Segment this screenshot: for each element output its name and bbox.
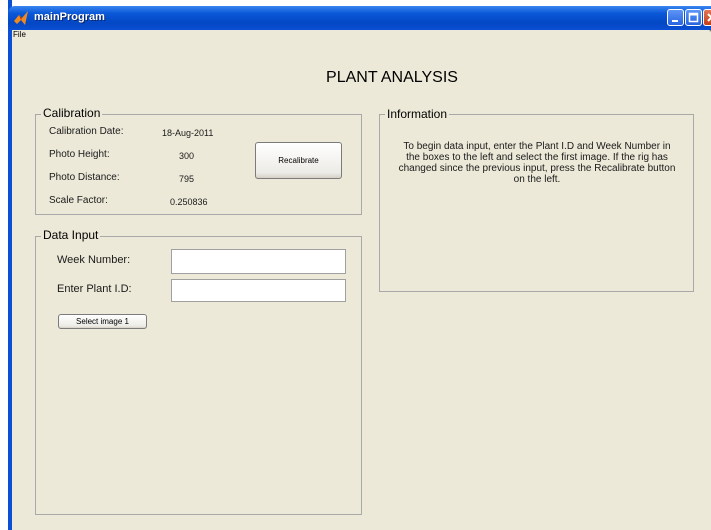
select-image-button[interactable]: Select image 1 <box>58 314 147 329</box>
week-number-field[interactable] <box>171 249 346 274</box>
photo-height-value: 300 <box>179 151 195 161</box>
photo-height-label: Photo Height: <box>49 149 110 160</box>
information-panel: Information To begin data input, enter t… <box>379 107 694 292</box>
scale-factor-value: 0.250836 <box>170 197 208 207</box>
calibration-date-label: Calibration Date: <box>49 126 124 137</box>
menu-bar: File ʼ <box>12 29 711 42</box>
plant-id-field[interactable] <box>171 279 346 302</box>
close-icon[interactable] <box>703 9 711 26</box>
calibration-panel: Calibration Calibration Date: 18-Aug-201… <box>35 106 362 215</box>
calibration-panel-title: Calibration <box>41 106 103 120</box>
data-input-panel-title: Data Input <box>41 228 101 242</box>
figure-client-area: PLANT ANALYSIS Calibration Calibration D… <box>12 42 711 530</box>
matlab-icon[interactable] <box>13 10 29 26</box>
calibration-date-value: 18-Aug-2011 <box>162 128 214 138</box>
minimize-icon[interactable] <box>667 9 684 26</box>
title-bar[interactable]: mainProgram <box>8 6 711 30</box>
data-input-panel: Data Input Week Number: Enter Plant I.D:… <box>35 228 362 515</box>
menu-file[interactable]: File <box>13 30 26 39</box>
maximize-icon[interactable] <box>685 9 702 26</box>
photo-distance-value: 795 <box>179 174 195 184</box>
page-title: PLANT ANALYSIS <box>326 69 458 86</box>
recalibrate-button[interactable]: Recalibrate <box>255 142 342 179</box>
plant-id-label: Enter Plant I.D: <box>57 283 132 295</box>
information-text: To begin data input, enter the Plant I.D… <box>398 141 676 185</box>
window-title: mainProgram <box>34 11 105 23</box>
scale-factor-label: Scale Factor: <box>49 195 108 206</box>
photo-distance-label: Photo Distance: <box>49 172 120 183</box>
information-panel-title: Information <box>385 107 450 121</box>
week-number-label: Week Number: <box>57 254 131 266</box>
